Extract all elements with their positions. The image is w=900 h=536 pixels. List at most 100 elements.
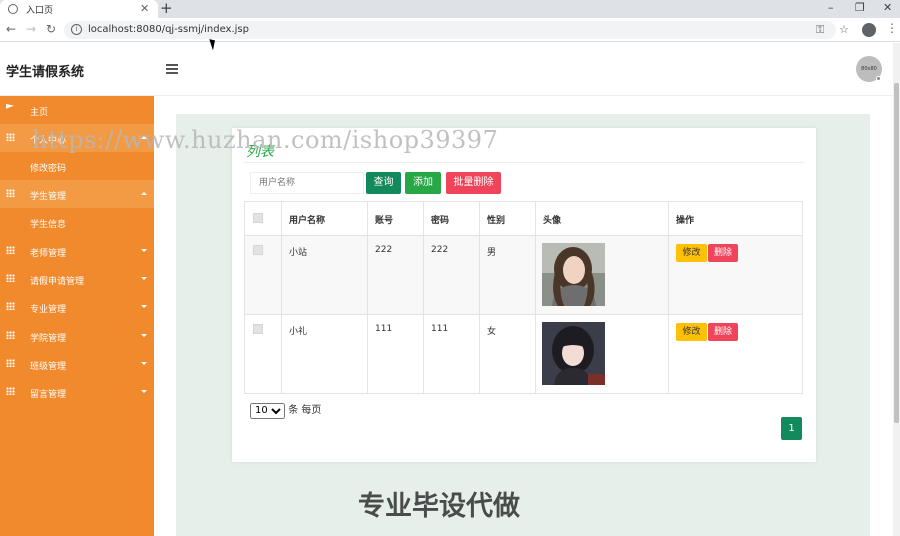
- scrollbar-thumb[interactable]: [894, 83, 899, 423]
- sidebar-item-college-management[interactable]: 学院管理: [0, 322, 154, 350]
- grid-icon: [6, 246, 15, 254]
- query-button[interactable]: 查询: [366, 172, 401, 194]
- sidebar-item-label: 班级管理: [30, 362, 67, 372]
- more-menu-icon[interactable]: ⋮: [886, 21, 898, 35]
- chevron-down-icon: [141, 362, 147, 365]
- sidebar-item-label: 学生管理: [30, 192, 67, 202]
- page-size-control: 10 条 每页: [250, 401, 321, 419]
- browser-tabbar: 入口页 ✕ + – ❐ ✕: [0, 0, 900, 18]
- page-number-button[interactable]: 1: [781, 417, 802, 440]
- sidebar-item-label: 主页: [30, 108, 49, 118]
- chevron-down-icon: [141, 249, 147, 252]
- cell-name: 小站: [281, 235, 368, 315]
- chevron-down-icon: [141, 334, 147, 337]
- row-checkbox[interactable]: [253, 245, 263, 255]
- search-input[interactable]: [250, 172, 364, 194]
- header-checkbox-cell: [244, 201, 282, 236]
- checkbox-cell: [244, 314, 282, 394]
- data-table: 用户名称 账号 密码 性别 头像 操作 小站 222 222 男 修改 删除 小…: [244, 201, 803, 394]
- app-title: 学生请假系统: [6, 65, 85, 80]
- sidebar: 主页 个人中心 修改密码 学生管理 学生信息 老师管理 请假申请管理 专业管理 …: [0, 96, 154, 536]
- browser-tab[interactable]: 入口页 ✕: [0, 0, 158, 18]
- table-row: 小站 222 222 男 修改 删除: [244, 235, 803, 315]
- cell-password: 111: [423, 314, 480, 394]
- address-bar: ← → ↻ i localhost:8080/qj-ssmj/index.jsp…: [0, 18, 900, 42]
- profile-icon[interactable]: [862, 23, 876, 37]
- add-button[interactable]: 添加: [405, 172, 441, 194]
- key-icon[interactable]: ⚿: [816, 23, 824, 37]
- grid-icon: [6, 387, 15, 395]
- select-all-checkbox[interactable]: [253, 213, 263, 223]
- cell-actions: 修改 删除: [668, 235, 803, 315]
- column-header: 账号: [367, 201, 424, 236]
- checkbox-cell: [244, 235, 282, 315]
- column-header: 密码: [423, 201, 480, 236]
- flag-icon: [6, 104, 14, 109]
- sidebar-item-student-management[interactable]: 学生管理: [0, 180, 154, 208]
- delete-button[interactable]: 删除: [708, 244, 738, 262]
- tab-title: 入口页: [26, 6, 54, 16]
- globe-icon: [8, 4, 18, 14]
- column-header: 用户名称: [281, 201, 368, 236]
- watermark-bottom: 专业毕设代做: [358, 491, 520, 522]
- batch-delete-button[interactable]: 批量删除: [446, 172, 501, 194]
- grid-icon: [6, 189, 15, 197]
- sidebar-item-label: 专业管理: [30, 305, 67, 315]
- avatar-photo: [542, 322, 605, 385]
- back-icon[interactable]: ←: [6, 22, 16, 36]
- sidebar-item-teacher-management[interactable]: 老师管理: [0, 237, 154, 265]
- hamburger-menu-icon[interactable]: [166, 64, 178, 74]
- minimize-icon[interactable]: –: [828, 1, 834, 14]
- sidebar-item-label: 老师管理: [30, 249, 67, 259]
- chevron-down-icon: [141, 277, 147, 280]
- restore-icon[interactable]: ❐: [855, 1, 865, 14]
- cell-account: 222: [367, 235, 424, 315]
- sidebar-item-student-info[interactable]: 学生信息: [0, 208, 154, 236]
- avatar[interactable]: 80x80: [856, 56, 882, 82]
- sidebar-item-major-management[interactable]: 专业管理: [0, 293, 154, 321]
- watermark-url: https://www.huzhan.com/ishop39397: [32, 126, 499, 154]
- delete-button[interactable]: 删除: [708, 323, 738, 341]
- edit-button[interactable]: 修改: [676, 323, 707, 341]
- cell-avatar: [535, 235, 669, 315]
- grid-icon: [6, 274, 15, 282]
- star-icon[interactable]: ☆: [839, 23, 849, 36]
- close-window-icon[interactable]: ✕: [883, 1, 892, 14]
- status-dot: [876, 76, 881, 81]
- avatar-photo: [542, 243, 605, 306]
- chevron-down-icon: [141, 390, 147, 393]
- info-icon[interactable]: i: [71, 24, 82, 35]
- sidebar-item-change-password[interactable]: 修改密码: [0, 152, 154, 180]
- sidebar-item-class-management[interactable]: 班级管理: [0, 350, 154, 378]
- cell-gender: 女: [479, 314, 536, 394]
- sidebar-item-home[interactable]: 主页: [0, 96, 154, 124]
- new-tab-icon[interactable]: +: [160, 0, 173, 16]
- grid-icon: [6, 331, 15, 339]
- table-header-row: 用户名称 账号 密码 性别 头像 操作: [244, 201, 803, 236]
- sidebar-item-label: 学生信息: [30, 220, 67, 230]
- forward-icon[interactable]: →: [26, 22, 36, 36]
- reload-icon[interactable]: ↻: [46, 22, 56, 36]
- divider: [244, 162, 804, 163]
- sidebar-item-label: 学院管理: [30, 334, 67, 344]
- list-card: 列表 查询 添加 批量删除 用户名称 账号 密码 性别 头像 操作 小站 222…: [232, 128, 816, 462]
- sidebar-item-label: 留言管理: [30, 390, 67, 400]
- avatar-text: 80x80: [861, 66, 877, 72]
- tab-close-icon[interactable]: ✕: [140, 2, 149, 15]
- cell-password: 222: [423, 235, 480, 315]
- cell-name: 小礼: [281, 314, 368, 394]
- cell-gender: 男: [479, 235, 536, 315]
- page-size-select[interactable]: 10: [250, 402, 285, 419]
- sidebar-item-leave-management[interactable]: 请假申请管理: [0, 265, 154, 293]
- grid-icon: [6, 302, 15, 310]
- column-header: 操作: [668, 201, 803, 236]
- sidebar-item-label: 请假申请管理: [30, 277, 85, 287]
- row-checkbox[interactable]: [253, 324, 263, 334]
- edit-button[interactable]: 修改: [676, 244, 707, 262]
- scrollbar[interactable]: [893, 43, 900, 536]
- sidebar-item-message-management[interactable]: 留言管理: [0, 378, 154, 406]
- cell-actions: 修改 删除: [668, 314, 803, 394]
- cell-avatar: [535, 314, 669, 394]
- url-field[interactable]: i localhost:8080/qj-ssmj/index.jsp ⚿ ☆: [64, 21, 849, 39]
- url-text: localhost:8080/qj-ssmj/index.jsp: [88, 24, 249, 35]
